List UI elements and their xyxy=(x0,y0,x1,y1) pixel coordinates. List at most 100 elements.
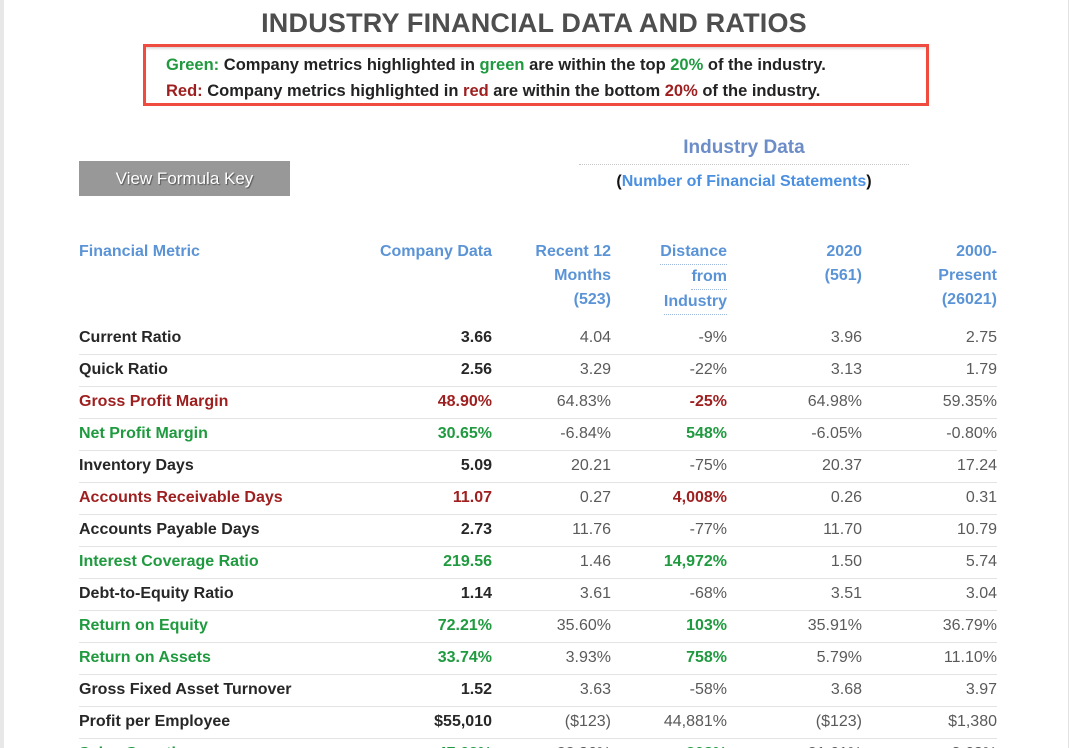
cell-recent-12-months: -6.84% xyxy=(492,418,611,451)
column-header-2020: 2020 (561) xyxy=(727,240,862,323)
cell-2000-present: 59.35% xyxy=(862,386,997,419)
subtitle-text: Number of Financial Statements xyxy=(621,173,867,190)
legend-green-text-3: of the industry. xyxy=(703,56,826,74)
cell-2020: -6.05% xyxy=(727,418,862,451)
table-row: Current Ratio 3.66 4.04 -9% 3.96 2.75 xyxy=(79,323,997,355)
cell-distance-from-industry: -25% xyxy=(611,386,727,419)
header-range-line2: Present xyxy=(938,267,997,284)
cell-company-data: 11.07 xyxy=(347,482,492,515)
cell-financial-metric: Debt-to-Equity Ratio xyxy=(79,578,347,611)
cell-company-data: 5.09 xyxy=(347,450,492,483)
page-root: INDUSTRY FINANCIAL DATA AND RATIOS Green… xyxy=(4,0,1069,748)
cell-company-data: 1.14 xyxy=(347,578,492,611)
industry-data-subtitle: (Number of Financial Statements) xyxy=(579,171,909,193)
cell-recent-12-months: 4.04 xyxy=(579,329,611,346)
cell-financial-metric: Return on Assets xyxy=(79,642,347,675)
table-row: Net Profit Margin 30.65% -6.84% 548% -6.05% -… xyxy=(79,418,997,451)
cell-company-data: 33.74% xyxy=(347,642,492,675)
header-distance-line2[interactable]: from xyxy=(691,265,727,290)
cell-2020: 20.37 xyxy=(727,450,862,483)
table-row: Interest Coverage Ratio 219.56 1.46 14,972%… xyxy=(79,546,997,579)
cell-2000-present: 2.75 xyxy=(965,329,997,346)
cell-recent-12-months: 64.83% xyxy=(492,386,611,419)
industry-data-divider xyxy=(579,164,909,165)
cell-company-data: $55,010 xyxy=(347,706,492,739)
cell-2020: 35.91% xyxy=(727,610,862,643)
cell-2020: 1.50 xyxy=(727,546,862,579)
cell-2020: 5.79% xyxy=(727,642,862,675)
column-header-distance-from-industry[interactable]: Distance from Industry xyxy=(611,240,727,323)
cell-recent-12-months: 3.61 xyxy=(492,578,611,611)
cell-2000-present: 3.04 xyxy=(862,578,997,611)
cell-distance-from-industry: 14,972% xyxy=(611,546,727,579)
cell-2000-present: 11.10% xyxy=(862,642,997,675)
table-row: Gross Fixed Asset Turnover 1.52 3.63 -58% 3.… xyxy=(79,674,997,707)
cell-financial-metric: Accounts Receivable Days xyxy=(79,482,347,515)
cell-company-data: 47.62% xyxy=(347,738,492,748)
cell-2020: 3.96 xyxy=(830,329,862,346)
legend-red-text-3: of the industry. xyxy=(697,82,821,100)
legend-red-word: red xyxy=(463,82,489,100)
cell-2000-present: -0.80% xyxy=(862,418,997,451)
table-row: Sales Growth47.62%22.86%308%21.61%3.68% xyxy=(79,738,997,748)
header-recent-line3: (523) xyxy=(573,291,611,308)
cell-distance-from-industry: 103% xyxy=(611,610,727,643)
cell-company-data: 2.56 xyxy=(347,354,492,387)
legend-green-text-2: are within the top xyxy=(524,56,671,74)
cell-financial-metric: Current Ratio xyxy=(79,329,182,346)
cell-distance-from-industry: 548% xyxy=(611,418,727,451)
cell-recent-12-months: 3.63 xyxy=(492,674,611,707)
cell-recent-12-months: 0.27 xyxy=(492,482,611,515)
legend-red-label: Red: xyxy=(166,82,203,100)
header-recent-line2: Months xyxy=(554,267,611,284)
cell-2020: 64.98% xyxy=(727,386,862,419)
cell-distance-from-industry: -75% xyxy=(611,450,727,483)
cell-distance-from-industry: 4,008% xyxy=(611,482,727,515)
cell-2000-present: $1,380 xyxy=(862,706,997,739)
column-header-financial-metric: Financial Metric xyxy=(79,240,347,323)
cell-financial-metric: Accounts Payable Days xyxy=(79,514,347,547)
legend-red-text-1: Company metrics highlighted in xyxy=(202,82,464,100)
cell-recent-12-months: 3.29 xyxy=(492,354,611,387)
cell-distance-from-industry: 758% xyxy=(611,642,727,675)
header-distance-line1[interactable]: Distance xyxy=(660,240,727,265)
cell-financial-metric: Net Profit Margin xyxy=(79,418,347,451)
cell-distance-from-industry: -9% xyxy=(698,329,727,346)
cell-2020: 3.13 xyxy=(727,354,862,387)
cell-company-data: 1.52 xyxy=(347,674,492,707)
industry-data-title: Industry Data xyxy=(683,137,805,158)
header-range-line3: (26021) xyxy=(941,291,997,308)
table-row: Debt-to-Equity Ratio 1.14 3.61 -68% 3.51 3.04 xyxy=(79,578,997,611)
header-2020-line2: (561) xyxy=(824,267,862,284)
legend-green-percent: 20% xyxy=(670,56,704,74)
cell-financial-metric: Inventory Days xyxy=(79,450,347,483)
legend-red-percent: 20% xyxy=(664,82,698,100)
cell-2020: 0.26 xyxy=(727,482,862,515)
legend-green-word: green xyxy=(479,56,525,74)
table-row: Accounts Payable Days 2.73 11.76 -77% 11.70 1… xyxy=(79,514,997,547)
legend-box: Green: Company metrics highlighted in gr… xyxy=(143,44,929,106)
industry-data-header: Industry Data (Number of Financial State… xyxy=(579,136,909,193)
cell-distance-from-industry: 44,881% xyxy=(611,706,727,739)
cell-2000-present: 36.79% xyxy=(862,610,997,643)
cell-recent-12-months: 22.86% xyxy=(492,738,611,748)
financial-data-table: Financial Metric Company Data Recent 12 … xyxy=(79,240,997,748)
legend-green-label: Green: xyxy=(166,56,220,74)
header-company-label: Company Data xyxy=(379,243,492,260)
legend-line-green: Green: Company metrics highlighted in gr… xyxy=(166,52,926,78)
table-row: Quick Ratio 2.56 3.29 -22% 3.13 1.79 xyxy=(79,354,997,387)
view-formula-key-button[interactable]: View Formula Key xyxy=(79,161,290,196)
cell-2000-present: 0.31 xyxy=(862,482,997,515)
cell-2000-present: 17.24 xyxy=(862,450,997,483)
table-body: Current Ratio 3.66 4.04 -9% 3.96 2.75 Quick Ra… xyxy=(79,323,997,748)
legend-red-text-2: are within the bottom xyxy=(488,82,665,100)
cell-distance-from-industry: 308% xyxy=(611,738,727,748)
cell-recent-12-months: ($123) xyxy=(492,706,611,739)
header-distance-line3[interactable]: Industry xyxy=(663,290,727,315)
cell-distance-from-industry: -68% xyxy=(611,578,727,611)
column-header-2000-present: 2000- Present (26021) xyxy=(862,240,997,323)
column-header-company-data: Company Data xyxy=(347,240,492,323)
cell-financial-metric: Interest Coverage Ratio xyxy=(79,546,347,579)
cell-2020: 11.70 xyxy=(727,514,862,547)
header-recent-line1: Recent 12 xyxy=(535,243,611,260)
